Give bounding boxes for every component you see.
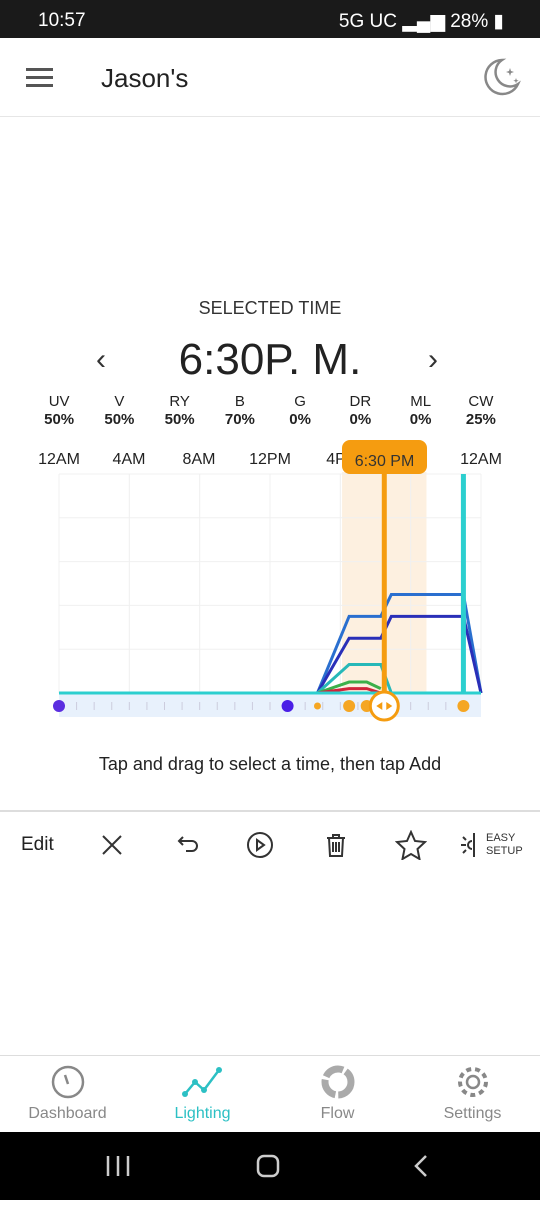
channel-ml: ML 0% [409, 393, 432, 428]
system-nav-bar [0, 1132, 540, 1200]
trash-icon[interactable] [325, 825, 347, 865]
nav-settings[interactable]: Settings [405, 1056, 540, 1132]
selected-time-value: 6:30P. M. [178, 335, 362, 384]
series-line [316, 663, 393, 695]
gear-icon [457, 1067, 488, 1097]
recents-button[interactable] [106, 1156, 130, 1176]
easy-setup-button[interactable]: EASY SETUP [458, 825, 523, 865]
menu-icon[interactable] [26, 68, 53, 87]
page-title: Jason's [101, 63, 189, 93]
series-line [316, 592, 483, 694]
moon-stars-icon[interactable] [480, 56, 522, 98]
channel-values: UV 50% V 50% RY 50% B 70% G 0% DR 0% ML 0% CW 25… [29, 393, 511, 429]
time-drag-handle[interactable] [368, 690, 400, 722]
star-icon[interactable] [395, 825, 427, 865]
nav-flow[interactable]: Flow [270, 1056, 405, 1132]
bottom-nav: Dashboard Lighting Flow Settings [0, 1055, 540, 1132]
schedule-point [281, 700, 294, 712]
undo-icon[interactable] [174, 825, 200, 865]
schedule-point [313, 702, 321, 710]
status-bar: 10:57 5G UC ▂▄▆ 28% ▮ [0, 0, 540, 38]
channel-g: G 0% [289, 393, 311, 428]
hint-text: Tap and drag to select a time, then tap … [98, 754, 442, 774]
schedule-point [457, 700, 470, 712]
schedule-point [53, 700, 65, 712]
x-tick: 12AM [460, 451, 502, 468]
status-time: 10:57 [38, 10, 86, 31]
selected-time-tag [342, 440, 427, 474]
x-tick: 12PM [249, 451, 291, 468]
channel-cw: CW 25% [465, 393, 496, 428]
channel-b: B 70% [224, 393, 255, 428]
nav-lighting[interactable]: Lighting [135, 1056, 270, 1132]
series-line [316, 680, 382, 695]
close-icon[interactable] [100, 825, 124, 865]
selected-time-tag-label: 6:30 PM [355, 453, 415, 470]
channel-dr: DR 0% [349, 393, 372, 428]
x-tick: 12AM [38, 451, 80, 468]
schedule-point [343, 700, 356, 712]
app-header: Jason's [0, 38, 540, 117]
selected-time-label: SELECTED TIME [198, 298, 342, 318]
network-label: 5G UC [338, 11, 397, 32]
toolbar: Edit EASY SETUP [0, 825, 540, 865]
selection-highlight [342, 472, 427, 693]
x-tick: 4AM [112, 451, 146, 468]
drag-arrows-icon [376, 702, 393, 710]
channel-ry: RY 50% [164, 393, 195, 428]
x-tick: 4P [326, 451, 346, 468]
nav-dashboard[interactable]: Dashboard [0, 1056, 135, 1132]
back-button[interactable] [414, 1155, 427, 1177]
battery-label: 28% [450, 11, 489, 32]
flow-icon [321, 1065, 354, 1099]
schedule-point [360, 700, 373, 712]
gauge-icon [51, 1065, 84, 1099]
divider [0, 810, 540, 812]
channel-uv: UV 50% [44, 393, 75, 428]
series-line [316, 614, 483, 694]
home-button[interactable] [256, 1154, 280, 1178]
edit-button[interactable]: Edit [21, 825, 54, 865]
channel-v: V 50% [104, 393, 135, 428]
next-time-button[interactable]: › [428, 343, 438, 377]
series-line [317, 687, 382, 695]
line-chart-icon [181, 1067, 222, 1097]
x-tick: 8AM [182, 451, 216, 468]
play-icon[interactable] [246, 825, 274, 865]
time-track [59, 693, 481, 717]
light-icon [461, 833, 475, 857]
